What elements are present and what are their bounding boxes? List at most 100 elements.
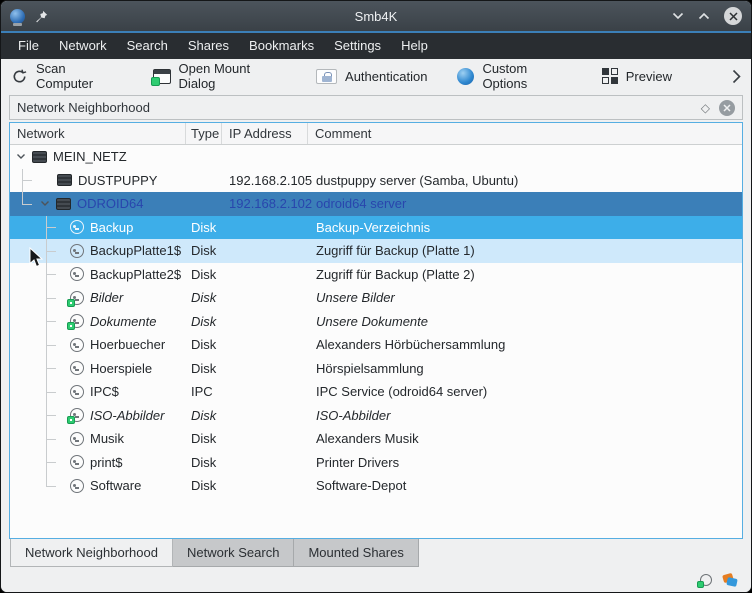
table-row[interactable]: HoerspieleDiskHörspielsammlung bbox=[10, 357, 742, 381]
network-docs-icon bbox=[722, 573, 738, 587]
share-icon bbox=[70, 455, 84, 469]
scan-computer-button[interactable]: Scan Computer bbox=[11, 61, 123, 91]
network-item-name: BackupPlatte1$ bbox=[90, 243, 181, 258]
minimize-button[interactable] bbox=[672, 12, 684, 20]
table-row[interactable]: ODROID64192.168.2.102odroid64 server bbox=[10, 192, 742, 216]
cell-network: print$ bbox=[10, 451, 186, 475]
table-row[interactable]: IPC$IPCIPC Service (odroid64 server) bbox=[10, 380, 742, 404]
cell-comment: Backup-Verzeichnis bbox=[308, 216, 742, 240]
network-item-name: Musik bbox=[90, 431, 124, 446]
titlebar[interactable]: Smb4K bbox=[1, 1, 751, 31]
cell-network: Software bbox=[10, 474, 186, 498]
cell-type: Disk bbox=[186, 239, 222, 263]
cell-ip bbox=[222, 216, 308, 240]
dock-panel-header[interactable]: Network Neighborhood ◇ bbox=[9, 95, 743, 120]
menu-help[interactable]: Help bbox=[391, 33, 438, 59]
cell-ip bbox=[222, 451, 308, 475]
custom-options-button[interactable]: Custom Options bbox=[457, 61, 571, 91]
column-header-comment[interactable]: Comment bbox=[308, 123, 742, 144]
cell-network: Musik bbox=[10, 427, 186, 451]
cell-type bbox=[186, 192, 222, 216]
dock-panel-title: Network Neighborhood bbox=[17, 100, 150, 115]
pin-icon[interactable] bbox=[35, 10, 48, 23]
refresh-icon bbox=[11, 68, 28, 85]
maximize-button[interactable] bbox=[698, 12, 710, 20]
preview-button[interactable]: Preview bbox=[602, 68, 672, 84]
menu-shares[interactable]: Shares bbox=[178, 33, 239, 59]
server-icon bbox=[32, 151, 47, 163]
preview-grid-icon bbox=[602, 68, 618, 84]
column-header-type[interactable]: Type bbox=[186, 123, 222, 144]
tab-network-neighborhood[interactable]: Network Neighborhood bbox=[10, 539, 173, 567]
table-row[interactable]: SoftwareDisk Software-Depot bbox=[10, 474, 742, 498]
cell-type: Disk bbox=[186, 427, 222, 451]
cell-comment: Zugriff für Backup (Platte 2) bbox=[308, 263, 742, 287]
network-item-name: ODROID64 bbox=[77, 196, 143, 211]
cell-type: Disk bbox=[186, 263, 222, 287]
table-row[interactable]: print$DiskPrinter Drivers bbox=[10, 451, 742, 475]
menu-file[interactable]: File bbox=[8, 33, 49, 59]
share-icon bbox=[70, 361, 84, 375]
menu-network[interactable]: Network bbox=[49, 33, 117, 59]
cell-ip bbox=[222, 404, 308, 428]
cell-network: Hoerspiele bbox=[10, 357, 186, 381]
table-row[interactable]: DUSTPUPPY192.168.2.105dustpuppy server (… bbox=[10, 169, 742, 193]
menu-search[interactable]: Search bbox=[117, 33, 178, 59]
cell-type bbox=[186, 145, 222, 169]
mount-dialog-icon bbox=[153, 69, 171, 84]
table-row[interactable]: BackupPlatte1$DiskZugriff für Backup (Pl… bbox=[10, 239, 742, 263]
network-tree-view[interactable]: Network Type IP Address Comment MEIN_NET… bbox=[9, 122, 743, 539]
menubar: File Network Search Shares Bookmarks Set… bbox=[1, 33, 751, 59]
cell-type bbox=[186, 169, 222, 193]
table-row[interactable]: BackupPlatte2$Disk Zugriff für Backup (Pl… bbox=[10, 263, 742, 287]
tab-network-search[interactable]: Network Search bbox=[173, 539, 294, 567]
table-row[interactable]: MusikDiskAlexanders Musik bbox=[10, 427, 742, 451]
cell-network: ISO-Abbilder bbox=[10, 404, 186, 428]
cell-network: BackupPlatte2$ bbox=[10, 263, 186, 287]
tab-mounted-shares[interactable]: Mounted Shares bbox=[294, 539, 418, 567]
network-item-name: print$ bbox=[90, 455, 123, 470]
table-row[interactable]: MEIN_NETZ bbox=[10, 145, 742, 169]
authentication-button[interactable]: Authentication bbox=[316, 69, 427, 84]
smb4k-globe-icon[interactable] bbox=[10, 9, 25, 24]
column-header-network[interactable]: Network bbox=[10, 123, 186, 144]
float-diamond-icon[interactable]: ◇ bbox=[701, 101, 710, 115]
expander-icon[interactable] bbox=[40, 200, 50, 207]
cell-network: IPC$ bbox=[10, 380, 186, 404]
authentication-label: Authentication bbox=[345, 69, 427, 84]
cell-comment: Unsere Dokumente bbox=[308, 310, 742, 334]
share-icon bbox=[70, 267, 84, 281]
globe-icon bbox=[457, 68, 474, 85]
cell-type: Disk bbox=[186, 310, 222, 334]
cell-ip bbox=[222, 286, 308, 310]
menu-settings[interactable]: Settings bbox=[324, 33, 391, 59]
open-mount-dialog-button[interactable]: Open Mount Dialog bbox=[153, 61, 286, 91]
menu-bookmarks[interactable]: Bookmarks bbox=[239, 33, 324, 59]
close-button[interactable] bbox=[724, 7, 742, 25]
mounted-share-icon bbox=[70, 291, 84, 305]
table-row[interactable]: HoerbuecherDiskAlexanders Hörbüchersamml… bbox=[10, 333, 742, 357]
network-item-name: Hoerbuecher bbox=[90, 337, 165, 352]
network-item-name: Bilder bbox=[90, 290, 123, 305]
share-icon bbox=[70, 220, 84, 234]
share-icon bbox=[70, 338, 84, 352]
table-row[interactable]: BackupDiskBackup-Verzeichnis bbox=[10, 216, 742, 240]
mounted-share-icon bbox=[700, 574, 712, 586]
network-item-name: IPC$ bbox=[90, 384, 119, 399]
cell-network: MEIN_NETZ bbox=[10, 145, 186, 169]
cell-network: DUSTPUPPY bbox=[10, 169, 186, 193]
expander-icon[interactable] bbox=[16, 153, 26, 160]
close-panel-button[interactable] bbox=[719, 100, 735, 116]
cell-type: Disk bbox=[186, 474, 222, 498]
table-row[interactable]: ISO-AbbilderDiskISO-Abbilder bbox=[10, 404, 742, 428]
cell-network: Bilder bbox=[10, 286, 186, 310]
cell-type: IPC bbox=[186, 380, 222, 404]
cell-type: Disk bbox=[186, 286, 222, 310]
cell-comment: Software-Depot bbox=[308, 474, 742, 498]
table-row[interactable]: DokumenteDiskUnsere Dokumente bbox=[10, 310, 742, 334]
toolbar-overflow-button[interactable] bbox=[732, 69, 741, 84]
column-header-ip[interactable]: IP Address bbox=[222, 123, 308, 144]
table-row[interactable]: BilderDiskUnsere Bilder bbox=[10, 286, 742, 310]
cell-ip: 192.168.2.105 bbox=[222, 169, 308, 193]
cell-ip bbox=[222, 380, 308, 404]
